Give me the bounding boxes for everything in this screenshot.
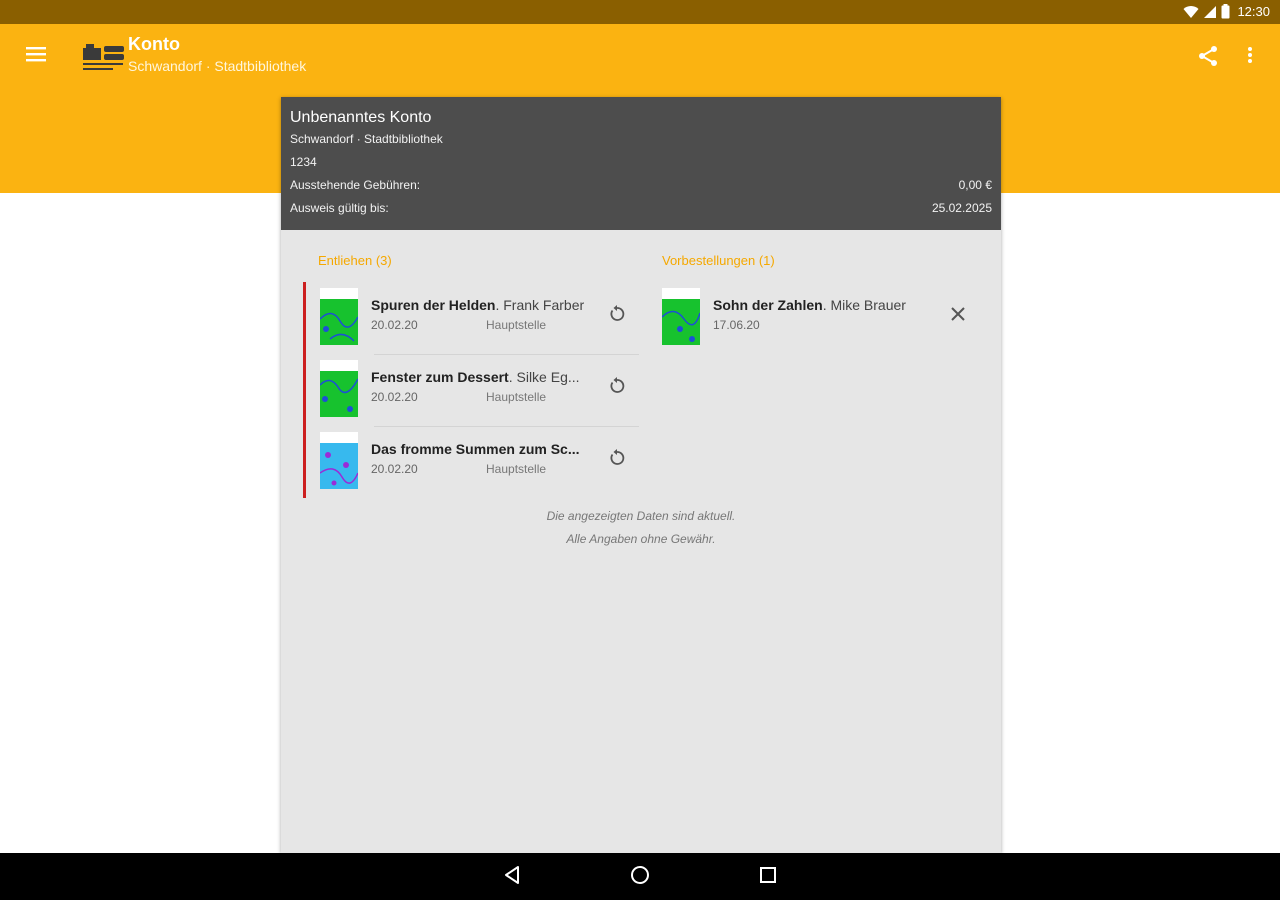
status-time: 12:30 bbox=[1237, 4, 1270, 19]
status-bar: 12:30 bbox=[0, 0, 1280, 24]
reservations-title: Vorbestellungen (1) bbox=[661, 252, 981, 282]
disclaimer-line-2: Alle Angaben ohne Gewähr. bbox=[281, 528, 1001, 551]
book-author: . Mike Brauer bbox=[823, 297, 906, 313]
recents-icon bbox=[759, 866, 777, 889]
valid-row: Ausweis gültig bis: 25.02.2025 bbox=[290, 197, 992, 220]
app-bar-title: Konto bbox=[128, 34, 180, 55]
lent-item[interactable]: Fenster zum Dessert. Silke Eg... 20.02.2… bbox=[306, 354, 639, 426]
battery-icon bbox=[1221, 4, 1230, 19]
book-cover bbox=[320, 360, 358, 417]
valid-value: 25.02.2025 bbox=[932, 197, 992, 220]
book-cover bbox=[320, 432, 358, 489]
book-title-line: Sohn der Zahlen. Mike Brauer bbox=[713, 296, 938, 314]
book-title-line: Das fromme Summen zum Sc... bbox=[371, 440, 603, 458]
account-number: 1234 bbox=[290, 151, 992, 174]
menu-button[interactable] bbox=[22, 44, 50, 68]
menu-icon bbox=[26, 46, 46, 67]
renew-icon bbox=[607, 304, 627, 329]
back-icon bbox=[503, 865, 521, 890]
fees-row: Ausstehende Gebühren: 0,00 € bbox=[290, 174, 992, 197]
lent-list: Spuren der Helden. Frank Farber 20.02.20… bbox=[303, 282, 639, 498]
cancel-reservation-button[interactable] bbox=[946, 304, 970, 328]
library-logo bbox=[82, 42, 126, 74]
due-date: 20.02.20 bbox=[371, 462, 418, 476]
book-author: . Silke Eg... bbox=[509, 369, 580, 385]
account-name: Unbenanntes Konto bbox=[290, 108, 992, 128]
lent-title: Entliehen (3) bbox=[303, 252, 639, 282]
reservations-section: Vorbestellungen (1) Sohn der Zahlen. Mik… bbox=[661, 252, 981, 354]
reservation-item[interactable]: Sohn der Zahlen. Mike Brauer 17.06.20 bbox=[661, 282, 981, 354]
book-author: . Frank Farber bbox=[495, 297, 584, 313]
fees-value: 0,00 € bbox=[959, 174, 992, 197]
branch: Hauptstelle bbox=[486, 318, 546, 332]
account-library: Schwandorf · Stadtbibliothek bbox=[290, 128, 992, 151]
share-button[interactable] bbox=[1196, 44, 1222, 70]
book-title: Spuren der Helden bbox=[371, 297, 495, 313]
lent-item[interactable]: Spuren der Helden. Frank Farber 20.02.20… bbox=[306, 282, 639, 354]
book-cover bbox=[320, 288, 358, 345]
share-icon bbox=[1196, 55, 1220, 72]
wifi-icon bbox=[1183, 5, 1199, 19]
home-icon bbox=[629, 864, 651, 891]
home-button[interactable] bbox=[628, 865, 652, 889]
book-title-line: Spuren der Helden. Frank Farber bbox=[371, 296, 603, 314]
account-header: Unbenanntes Konto Schwandorf · Stadtbibl… bbox=[281, 97, 1001, 230]
close-icon bbox=[950, 306, 966, 327]
book-title: Das fromme Summen zum Sc... bbox=[371, 441, 580, 457]
reservations-list: Sohn der Zahlen. Mike Brauer 17.06.20 bbox=[661, 282, 981, 354]
renew-icon bbox=[607, 376, 627, 401]
book-title: Sohn der Zahlen bbox=[713, 297, 823, 313]
disclaimer-line-1: Die angezeigten Daten sind aktuell. bbox=[281, 505, 1001, 528]
fees-label: Ausstehende Gebühren: bbox=[290, 174, 420, 197]
data-disclaimer: Die angezeigten Daten sind aktuell. Alle… bbox=[281, 505, 1001, 551]
account-card: Unbenanntes Konto Schwandorf · Stadtbibl… bbox=[281, 97, 1001, 853]
due-date: 20.02.20 bbox=[371, 390, 418, 404]
more-options-button[interactable] bbox=[1242, 44, 1258, 70]
navigation-bar bbox=[0, 853, 1280, 900]
renew-button[interactable] bbox=[605, 304, 629, 328]
renew-icon bbox=[607, 448, 627, 473]
branch: Hauptstelle bbox=[486, 390, 546, 404]
lent-section: Entliehen (3) Spuren der Helden. Frank F… bbox=[303, 252, 639, 498]
reservation-date: 17.06.20 bbox=[713, 318, 760, 332]
branch: Hauptstelle bbox=[486, 462, 546, 476]
app-bar-subtitle: Schwandorf · Stadtbibliothek bbox=[128, 58, 306, 74]
book-cover bbox=[662, 288, 700, 345]
valid-label: Ausweis gültig bis: bbox=[290, 197, 389, 220]
lent-item[interactable]: Das fromme Summen zum Sc... 20.02.20 Hau… bbox=[306, 426, 639, 498]
back-button[interactable] bbox=[500, 865, 524, 889]
recents-button[interactable] bbox=[756, 865, 780, 889]
renew-button[interactable] bbox=[605, 376, 629, 400]
due-date: 20.02.20 bbox=[371, 318, 418, 332]
renew-button[interactable] bbox=[605, 448, 629, 472]
book-title-line: Fenster zum Dessert. Silke Eg... bbox=[371, 368, 603, 386]
more-vert-icon bbox=[1247, 46, 1253, 69]
signal-icon bbox=[1203, 5, 1217, 19]
book-title: Fenster zum Dessert bbox=[371, 369, 509, 385]
